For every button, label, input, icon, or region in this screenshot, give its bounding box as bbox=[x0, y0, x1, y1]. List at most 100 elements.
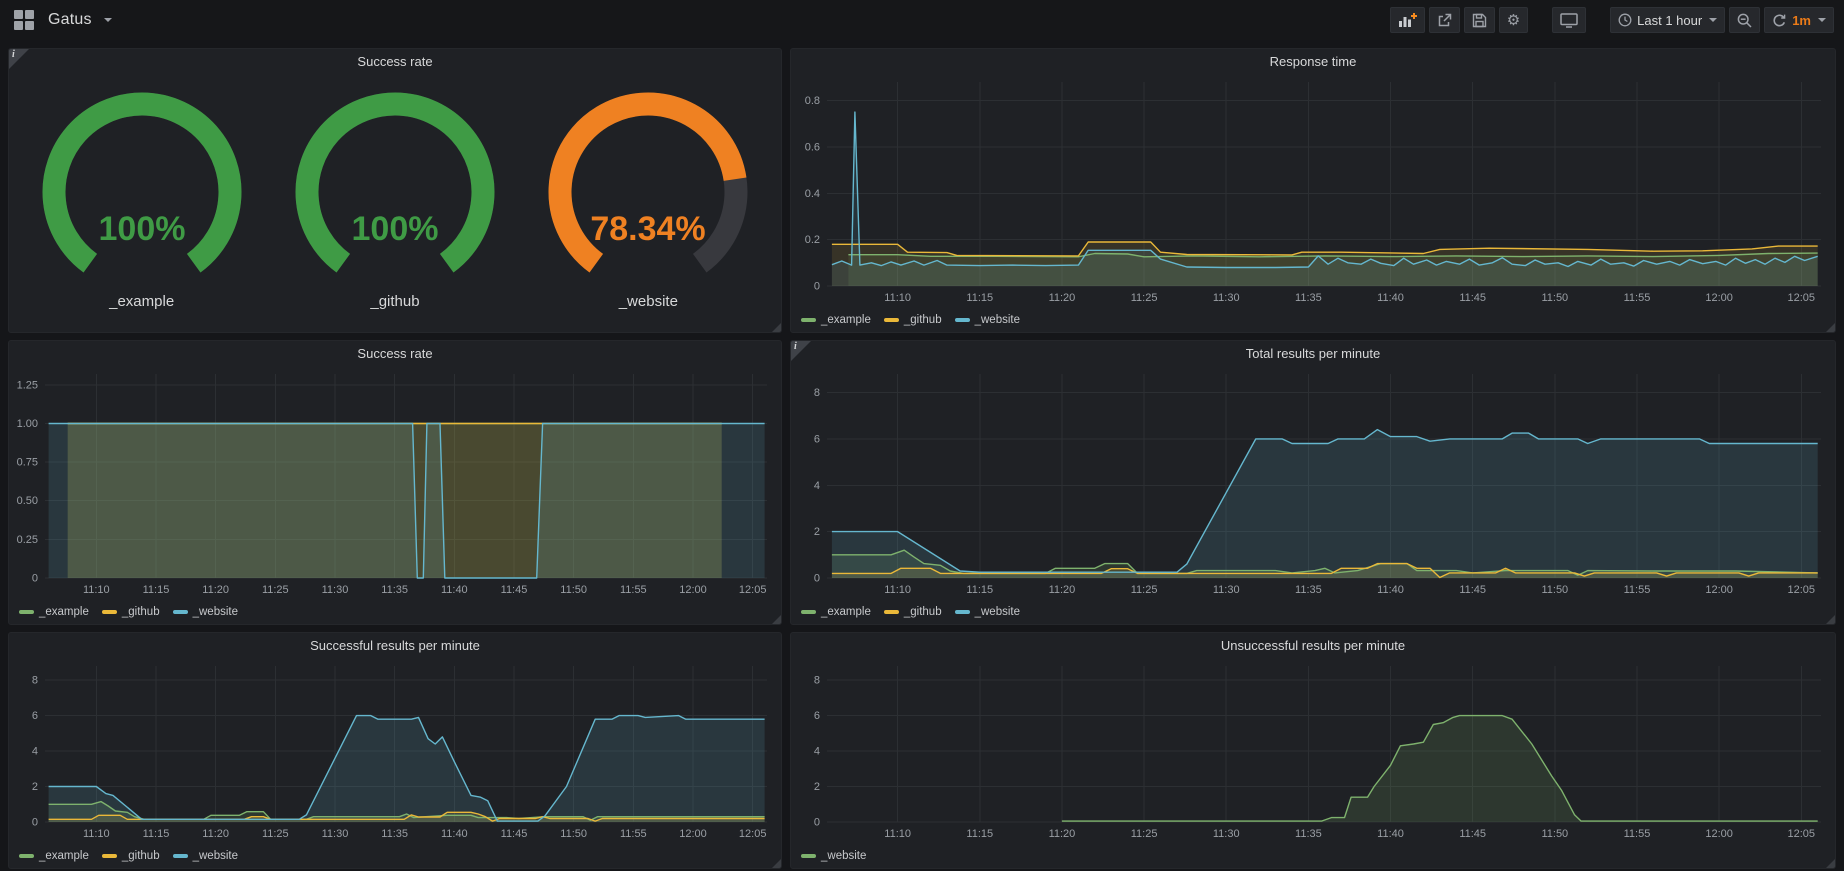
legend-color-dash bbox=[19, 610, 34, 614]
svg-text:11:50: 11:50 bbox=[560, 584, 587, 596]
chart-canvas: 00.250.500.751.001.2511:1011:1511:2011:2… bbox=[9, 367, 781, 600]
panel-title[interactable]: Successful results per minute bbox=[9, 633, 781, 659]
svg-text:11:25: 11:25 bbox=[1131, 828, 1158, 840]
svg-text:11:10: 11:10 bbox=[884, 584, 911, 596]
svg-text:11:50: 11:50 bbox=[1541, 828, 1568, 840]
chart-legend: _example _github _website bbox=[9, 844, 781, 868]
zoom-out-button[interactable] bbox=[1729, 7, 1760, 33]
legend-item-_github[interactable]: _github bbox=[884, 314, 942, 326]
legend-item-_website[interactable]: _website bbox=[955, 314, 1020, 326]
legend-item-_github[interactable]: _github bbox=[102, 606, 160, 618]
panel-title[interactable]: Success rate bbox=[9, 341, 781, 367]
svg-text:2: 2 bbox=[814, 526, 820, 538]
chart-canvas: 0246811:1011:1511:2011:2511:3011:3511:40… bbox=[791, 367, 1835, 600]
successful-results-chart[interactable]: 0246811:1011:1511:2011:2511:3011:3511:40… bbox=[9, 659, 781, 844]
panel-resize-handle[interactable] bbox=[1826, 615, 1835, 624]
settings-button[interactable]: ⚙ bbox=[1499, 7, 1528, 33]
legend-item-_example[interactable]: _example bbox=[19, 850, 89, 862]
svg-text:6: 6 bbox=[814, 433, 820, 445]
svg-text:12:05: 12:05 bbox=[739, 584, 767, 596]
legend-item-_example[interactable]: _example bbox=[19, 606, 89, 618]
gauge-_website: 78.34%_website bbox=[522, 90, 774, 310]
gauge-value: 100% bbox=[352, 210, 439, 248]
info-corner-icon[interactable]: i bbox=[9, 49, 29, 69]
dashboard-grid: i Success rate 100%_example100%_github78… bbox=[0, 40, 1844, 871]
legend-item-_website[interactable]: _website bbox=[955, 606, 1020, 618]
svg-text:11:25: 11:25 bbox=[1131, 584, 1158, 596]
svg-text:11:15: 11:15 bbox=[966, 292, 993, 304]
svg-text:11:50: 11:50 bbox=[560, 828, 587, 840]
gauge-arc: 100% bbox=[16, 90, 268, 286]
panel-resize-handle[interactable] bbox=[772, 323, 781, 332]
chart-legend: _example _github _website bbox=[791, 600, 1835, 624]
response-time-chart[interactable]: 00.20.40.60.811:1011:1511:2011:2511:3011… bbox=[791, 75, 1835, 308]
legend-item-_website[interactable]: _website bbox=[801, 850, 866, 862]
legend-item-_website[interactable]: _website bbox=[173, 606, 238, 618]
panel-successful-results: Successful results per minute 0246811:10… bbox=[8, 632, 782, 869]
gauge-label: _website bbox=[522, 293, 774, 310]
chart-canvas: 0246811:1011:1511:2011:2511:3011:3511:40… bbox=[9, 659, 781, 844]
success-rate-chart[interactable]: 00.250.500.751.001.2511:1011:1511:2011:2… bbox=[9, 367, 781, 600]
total-results-chart[interactable]: 0246811:1011:1511:2011:2511:3011:3511:40… bbox=[791, 367, 1835, 600]
panel-title[interactable]: Success rate bbox=[9, 49, 781, 75]
svg-text:11:45: 11:45 bbox=[501, 584, 528, 596]
svg-text:11:30: 11:30 bbox=[322, 584, 349, 596]
chart-legend: _website bbox=[791, 844, 1835, 868]
dashboard-grid-icon[interactable] bbox=[14, 10, 34, 30]
chevron-down-icon[interactable] bbox=[104, 18, 112, 22]
svg-text:11:45: 11:45 bbox=[1459, 828, 1486, 840]
time-range-picker[interactable]: Last 1 hour bbox=[1610, 7, 1725, 33]
gauge-_github: 100% _github bbox=[269, 90, 521, 310]
legend-color-dash bbox=[801, 318, 816, 322]
legend-item-_github[interactable]: _github bbox=[102, 850, 160, 862]
panel-resize-handle[interactable] bbox=[772, 615, 781, 624]
svg-text:6: 6 bbox=[32, 710, 38, 722]
svg-text:11:55: 11:55 bbox=[620, 828, 647, 840]
panel-unsuccessful-results: Unsuccessful results per minute 0246811:… bbox=[790, 632, 1836, 869]
svg-text:11:45: 11:45 bbox=[501, 828, 528, 840]
dashboard-title[interactable]: Gatus bbox=[48, 11, 92, 29]
legend-color-dash bbox=[173, 854, 188, 858]
legend-color-dash bbox=[884, 610, 899, 614]
legend-item-_example[interactable]: _example bbox=[801, 314, 871, 326]
panel-title[interactable]: Unsuccessful results per minute bbox=[791, 633, 1835, 659]
svg-text:11:25: 11:25 bbox=[262, 584, 289, 596]
svg-text:12:05: 12:05 bbox=[1788, 828, 1816, 840]
panel-success-rate-graph: Success rate 00.250.500.751.001.2511:101… bbox=[8, 340, 782, 625]
gauge-label: _github bbox=[269, 293, 521, 310]
svg-text:12:05: 12:05 bbox=[739, 828, 767, 840]
save-button[interactable] bbox=[1464, 7, 1495, 33]
legend-item-_website[interactable]: _website bbox=[173, 850, 238, 862]
panel-resize-handle[interactable] bbox=[1826, 859, 1835, 868]
share-button[interactable] bbox=[1429, 7, 1460, 33]
legend-item-_github[interactable]: _github bbox=[884, 606, 942, 618]
legend-item-_example[interactable]: _example bbox=[801, 606, 871, 618]
legend-label: _website bbox=[193, 850, 238, 862]
panel-title[interactable]: Total results per minute bbox=[791, 341, 1835, 367]
svg-text:12:00: 12:00 bbox=[679, 828, 707, 840]
clock-icon bbox=[1618, 13, 1632, 27]
svg-text:2: 2 bbox=[814, 781, 820, 793]
chart-canvas: 00.20.40.60.811:1011:1511:2011:2511:3011… bbox=[791, 75, 1835, 308]
tv-mode-button[interactable] bbox=[1552, 7, 1586, 33]
svg-text:11:35: 11:35 bbox=[381, 828, 408, 840]
panel-title[interactable]: Response time bbox=[791, 49, 1835, 75]
panel-resize-handle[interactable] bbox=[772, 859, 781, 868]
legend-color-dash bbox=[102, 610, 117, 614]
legend-color-dash bbox=[884, 318, 899, 322]
refresh-button[interactable]: 1m bbox=[1764, 7, 1834, 33]
add-panel-button[interactable] bbox=[1390, 7, 1425, 33]
gauge-label: _example bbox=[16, 293, 268, 310]
svg-text:0: 0 bbox=[32, 573, 38, 585]
legend-label: _website bbox=[821, 850, 866, 862]
svg-text:11:40: 11:40 bbox=[1377, 292, 1404, 304]
panel-resize-handle[interactable] bbox=[1826, 323, 1835, 332]
chart-legend: _example _github _website bbox=[791, 308, 1835, 332]
info-corner-icon[interactable]: i bbox=[791, 341, 811, 361]
chart-canvas: 0246811:1011:1511:2011:2511:3011:3511:40… bbox=[791, 659, 1835, 844]
unsuccessful-results-chart[interactable]: 0246811:1011:1511:2011:2511:3011:3511:40… bbox=[791, 659, 1835, 844]
svg-text:11:10: 11:10 bbox=[884, 292, 911, 304]
svg-text:0.25: 0.25 bbox=[17, 534, 38, 546]
svg-text:11:15: 11:15 bbox=[966, 828, 993, 840]
zoom-out-icon bbox=[1737, 13, 1752, 28]
